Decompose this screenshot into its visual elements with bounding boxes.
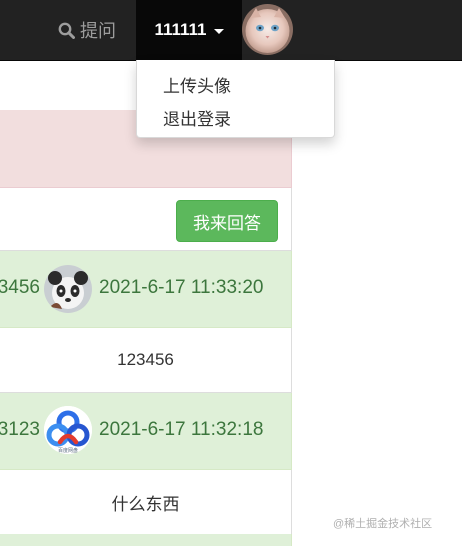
watermark: @稀土掘金技术社区 [333, 518, 433, 530]
reply-username: 3123 [0, 419, 40, 440]
reply-content: 什么东西 [0, 470, 292, 535]
ask-question-link[interactable]: 提问 [58, 0, 116, 60]
answer-button[interactable]: 我来回答 [176, 200, 278, 242]
reply-username: 3456 [0, 277, 40, 298]
reply-heading: 3123 百度网盘 2021-6-17 11:32:18 [0, 393, 292, 470]
search-icon [58, 22, 75, 39]
user-dropdown-menu: 上传头像 退出登录 [136, 60, 335, 138]
avatar-caption: 百度网盘 [58, 447, 78, 454]
user-menu-toggle[interactable]: 111111 [136, 0, 242, 60]
baidu-netdisk-avatar-icon: 百度网盘 [44, 406, 92, 454]
user-avatar[interactable] [242, 4, 293, 55]
username: 111111 [154, 20, 207, 39]
panda-avatar-icon [44, 265, 92, 313]
reply-heading: 3456 2021-6-17 11:33:20 [0, 251, 292, 328]
reply-timestamp: 2021-6-17 11:33:20 [99, 277, 264, 298]
caret-down-icon [213, 28, 224, 34]
top-navbar: 提问 111111 [0, 0, 462, 61]
ask-label: 提问 [80, 21, 116, 41]
reply-timestamp: 2021-6-17 11:32:18 [99, 419, 264, 440]
menu-item-logout[interactable]: 退出登录 [163, 105, 231, 130]
menu-item-upload-avatar[interactable]: 上传头像 [163, 72, 231, 97]
reply-content: 123456 [0, 328, 292, 393]
next-reply-heading [0, 534, 292, 546]
